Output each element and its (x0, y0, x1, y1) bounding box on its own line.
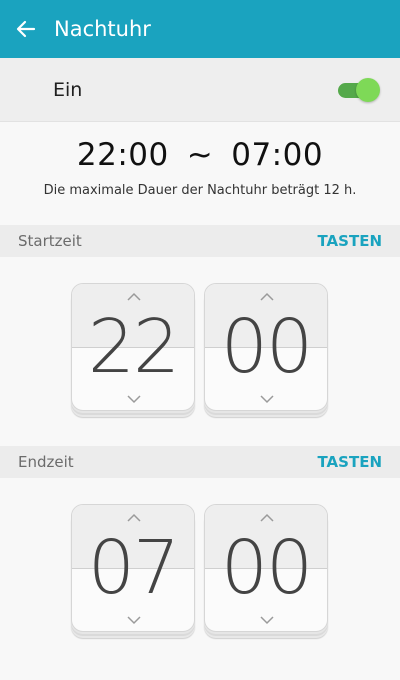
start-minute-value: 00 (220, 304, 313, 390)
summary-separator: ~ (186, 137, 214, 173)
max-duration-note: Die maximale Dauer der Nachtuhr beträgt … (43, 183, 357, 198)
page-title: Nachtuhr (54, 17, 151, 41)
master-switch-row[interactable]: Ein (0, 58, 400, 122)
end-hour-value: 07 (87, 525, 180, 611)
end-minute-value: 00 (220, 525, 313, 611)
start-time-label: Startzeit (18, 232, 82, 250)
start-time-keypad-button[interactable]: TASTEN (317, 232, 382, 250)
end-time-keypad-button[interactable]: TASTEN (317, 453, 382, 471)
start-hour-value: 22 (87, 304, 180, 390)
start-time-header: Startzeit TASTEN (0, 225, 400, 257)
chevron-down-icon[interactable] (259, 394, 275, 404)
end-hour-card: 07 (71, 504, 195, 632)
app-bar: Nachtuhr (0, 0, 400, 58)
end-minute-picker[interactable]: 00 (204, 504, 328, 638)
toggle-thumb (356, 77, 380, 102)
end-time-header: Endzeit TASTEN (0, 446, 400, 478)
end-time-label: Endzeit (18, 453, 74, 471)
summary-end-time: 07:00 (231, 137, 324, 173)
chevron-up-icon[interactable] (259, 292, 275, 302)
start-minute-picker[interactable]: 00 (204, 283, 328, 417)
start-hour-picker[interactable]: 22 (71, 283, 195, 417)
chevron-down-icon[interactable] (259, 615, 275, 625)
arrow-left-icon (16, 20, 36, 38)
on-off-toggle[interactable] (338, 77, 380, 103)
chevron-down-icon[interactable] (126, 615, 142, 625)
summary-start-time: 22:00 (76, 137, 169, 173)
time-range: 22:00 ~ 07:00 (0, 137, 400, 173)
chevron-up-icon[interactable] (259, 513, 275, 523)
switch-label: Ein (53, 78, 83, 101)
chevron-up-icon[interactable] (126, 292, 142, 302)
end-minute-card: 00 (204, 504, 328, 632)
start-minute-card: 00 (204, 283, 328, 411)
chevron-down-icon[interactable] (126, 394, 142, 404)
back-button[interactable] (16, 19, 36, 39)
start-hour-card: 22 (71, 283, 195, 411)
end-hour-picker[interactable]: 07 (71, 504, 195, 638)
time-summary: 22:00 ~ 07:00 Die maximale Dauer der Nac… (0, 123, 400, 225)
chevron-up-icon[interactable] (126, 513, 142, 523)
